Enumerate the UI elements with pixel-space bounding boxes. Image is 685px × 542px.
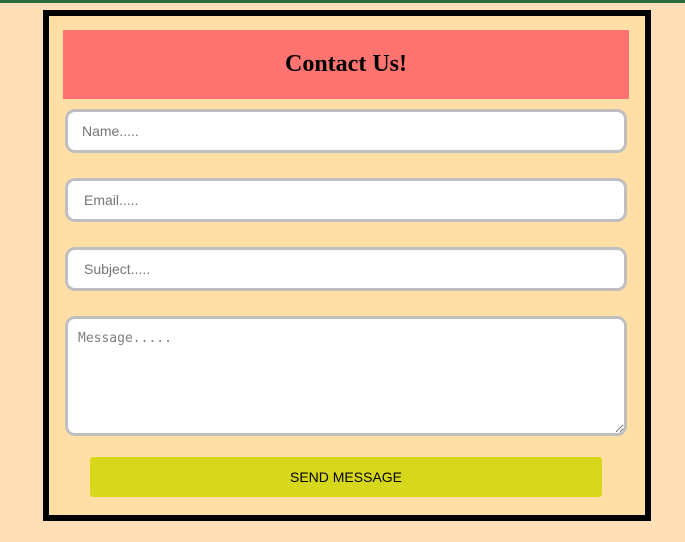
send-message-button[interactable]: SEND MESSAGE — [90, 457, 602, 497]
email-input[interactable] — [68, 181, 624, 219]
email-field-wrapper — [65, 178, 627, 222]
message-textarea[interactable] — [68, 319, 624, 433]
name-input[interactable] — [68, 112, 624, 150]
message-field-wrapper — [65, 316, 627, 436]
form-title: Contact Us! — [285, 51, 407, 77]
subject-field-wrapper — [65, 247, 627, 291]
form-header: Contact Us! — [63, 30, 629, 99]
contact-form: Contact Us! SEND MESSAGE — [43, 10, 651, 521]
top-accent-line — [0, 0, 685, 3]
name-field-wrapper — [65, 109, 627, 153]
subject-input[interactable] — [68, 250, 624, 288]
